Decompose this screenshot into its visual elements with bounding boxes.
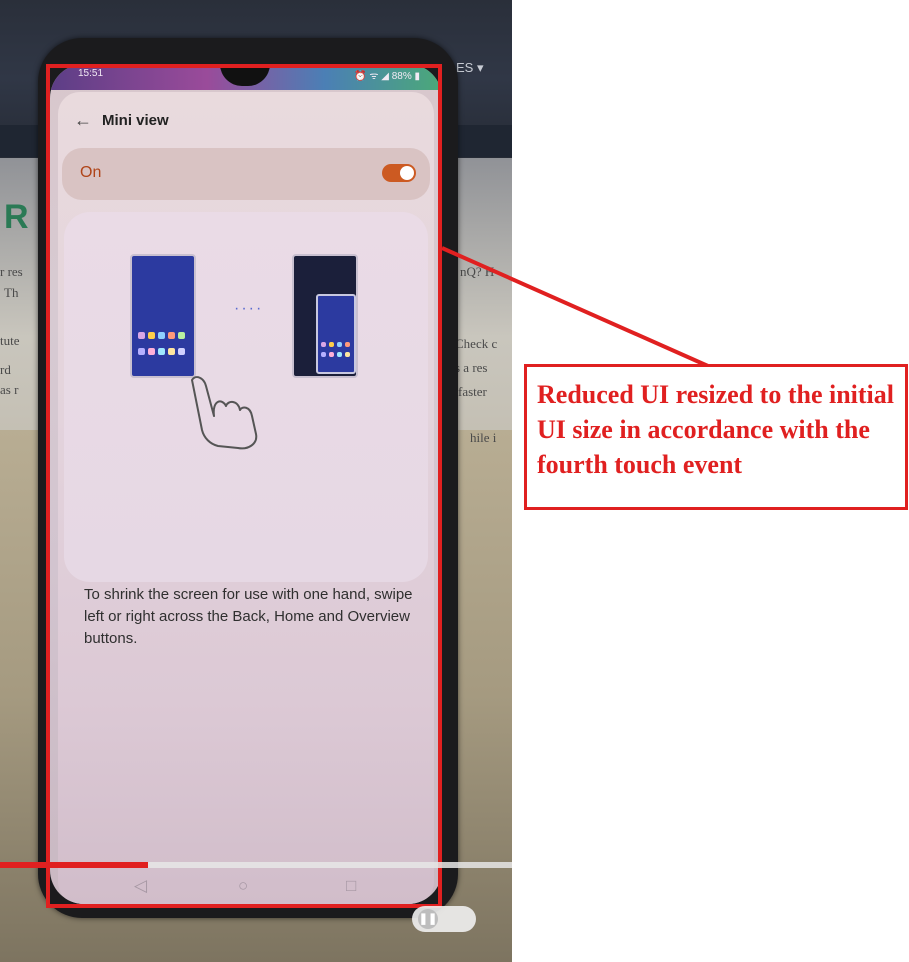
background-text-left: rd (0, 362, 11, 377)
background-text-right: nQ? H (460, 264, 495, 279)
background-text-right: faster (458, 384, 487, 399)
video-play-pause-control[interactable]: ❚❚ (412, 906, 476, 932)
ui-highlight-box (46, 64, 442, 908)
annotation-callout-text: Reduced UI resized to the initial UI siz… (537, 380, 894, 479)
pause-icon[interactable]: ❚❚ (418, 909, 438, 929)
background-text-right: s a res (455, 360, 488, 375)
background-text-left: tute (0, 333, 20, 348)
background-text-left: Th (4, 285, 19, 300)
background-text-left: as r (0, 382, 19, 397)
background-heading-letter: R (4, 198, 29, 236)
background-monitor-label: ES ▾ (456, 60, 484, 75)
background-text-left: r res (0, 264, 23, 279)
background-text-right: Check c (455, 336, 498, 351)
video-progress-fill (0, 862, 149, 868)
annotation-callout: Reduced UI resized to the initial UI siz… (524, 364, 908, 510)
background-text-right: hile i (470, 430, 497, 445)
